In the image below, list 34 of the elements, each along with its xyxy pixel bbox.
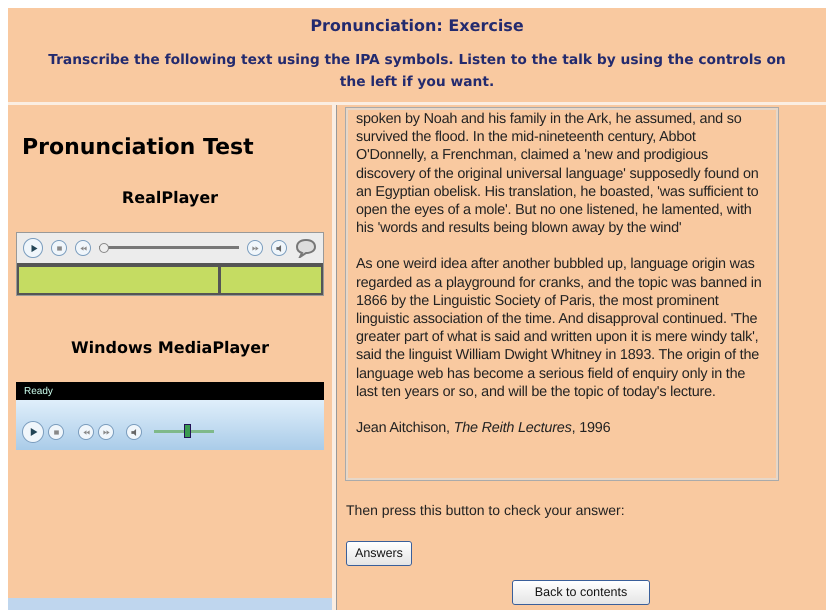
volume-button[interactable] [126,424,142,440]
rewind-button[interactable] [75,240,91,256]
back-button[interactable]: Back to contents [512,580,650,604]
previous-icon [82,428,90,436]
player-heading: RealPlayer [120,187,220,209]
play-button[interactable] [22,421,44,443]
player-status: Ready [16,382,324,400]
passage-paragraph: Jean Aitchison, The Reith Lectures, 1996 [356,419,612,438]
play-icon [28,427,38,437]
fast-forward-button[interactable] [247,240,263,256]
sidebar-title: Pronunciation Test [22,134,255,162]
previous-button[interactable] [78,424,94,440]
passage-paragraph: As one weird idea after another bubbled up, language origin was regarded as a playground for cranks, and the topic was banned in 1866 by the Linguistic Society of Paris, the most prominent linguistic association of the time. And disapproval continued. 'The greater part of what is said and written upon it is mere windy talk', said the linguist William Dwight Whitney in 1893. The origin of the language web has become a serious field of enquiry only in the last ten years or so, and will be the topic of today's lecture. [356,255,763,402]
volume-button[interactable] [271,240,287,256]
stop-button[interactable] [48,424,64,440]
player-heading: Windows MediaPlayer [70,337,270,359]
play-icon [28,244,38,252]
fast-forward-icon [252,244,258,252]
stop-icon [52,428,60,436]
volume-icon [130,428,138,436]
instructions: Transcribe the following text using the IPA symbols. Listen to the talk by using the controls on the left if you want. [48,51,786,92]
next-button[interactable] [98,424,114,440]
page-title: Pronunciation: Exercise [309,16,525,36]
speech-bubble-icon[interactable] [295,238,317,258]
scrollbar[interactable] [8,598,332,610]
stop-icon [56,244,62,252]
answers-button[interactable]: Answers [346,541,412,566]
passage-paragraph: spoken by Noah and his family in the Ark, he assumed, and so survived the flood. In the mid-nineteenth century, Abbot O'Donnelly, a Frenchman, claimed a 'new and prodigious discovery of the original universal language' supposedly found on an Egyptian obelisk. His translation, he boasted, 'was sufficient to open the eyes of a mole'. But no one listened, he lamented, with his 'words and results being blown away by the wind' [356,110,760,238]
volume-icon [276,244,282,252]
stop-button[interactable] [51,240,67,256]
play-button[interactable] [23,238,43,258]
rewind-icon [80,244,86,252]
instruction-text: Then press this button to check your answer: [346,501,626,520]
next-icon [102,428,110,436]
